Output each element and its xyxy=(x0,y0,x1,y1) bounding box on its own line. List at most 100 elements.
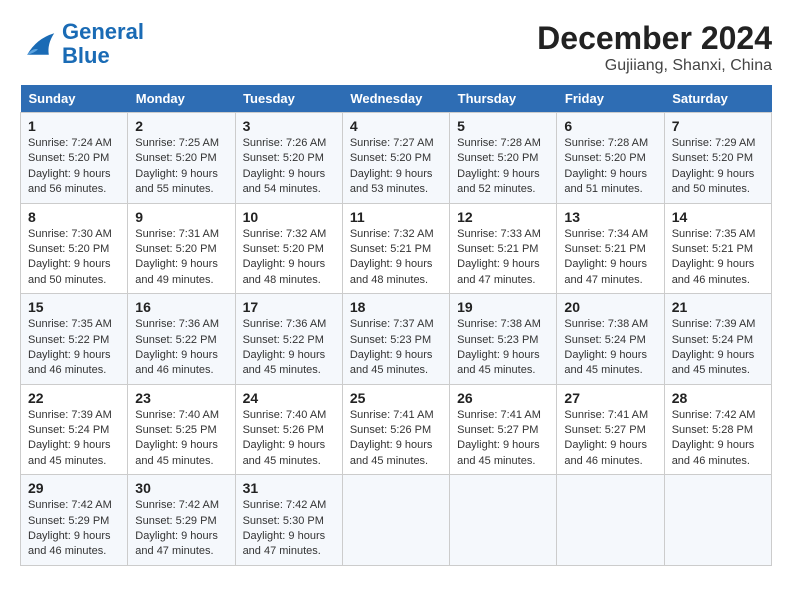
day-info: Sunrise: 7:30 AM Sunset: 5:20 PM Dayligh… xyxy=(28,227,120,289)
day-number: 27 xyxy=(564,390,656,406)
day-info: Sunrise: 7:41 AM Sunset: 5:26 PM Dayligh… xyxy=(350,408,442,470)
day-number: 28 xyxy=(672,390,764,406)
calendar-cell: 14Sunrise: 7:35 AM Sunset: 5:21 PM Dayli… xyxy=(664,203,771,294)
calendar-subtitle: Gujiiang, Shanxi, China xyxy=(537,57,772,75)
calendar-cell: 27 Sunrise: 7:41 AM Sunset: 5:27 PM Dayli… xyxy=(557,384,664,475)
calendar-cell: 26 Sunrise: 7:41 AM Sunset: 5:27 PM Dayli… xyxy=(450,384,557,475)
calendar-cell xyxy=(450,475,557,566)
calendar-cell xyxy=(664,475,771,566)
day-info: Sunrise: 7:42 AM Sunset: 5:29 PM Dayligh… xyxy=(135,498,227,560)
day-number: 18 xyxy=(350,299,442,315)
day-info: Sunrise: 7:29 AM Sunset: 5:20 PM Dayligh… xyxy=(672,136,764,198)
calendar-body: 1 Sunrise: 7:24 AM Sunset: 5:20 PM Daylig… xyxy=(21,113,772,566)
day-number: 23 xyxy=(135,390,227,406)
day-info: Sunrise: 7:35 AM Sunset: 5:22 PM Dayligh… xyxy=(28,317,120,379)
day-info: Sunrise: 7:42 AM Sunset: 5:29 PM Dayligh… xyxy=(28,498,120,560)
day-number: 12 xyxy=(457,209,549,225)
day-info: Sunrise: 7:34 AM Sunset: 5:21 PM Dayligh… xyxy=(564,227,656,289)
day-info: Sunrise: 7:32 AM Sunset: 5:21 PM Dayligh… xyxy=(350,227,442,289)
day-info: Sunrise: 7:31 AM Sunset: 5:20 PM Dayligh… xyxy=(135,227,227,289)
day-number: 5 xyxy=(457,118,549,134)
calendar-cell: 3Sunrise: 7:26 AM Sunset: 5:20 PM Daylig… xyxy=(235,113,342,204)
week-row-4: 22 Sunrise: 7:39 AM Sunset: 5:24 PM Dayli… xyxy=(21,384,772,475)
calendar-cell: 20 Sunrise: 7:38 AM Sunset: 5:24 PM Dayli… xyxy=(557,294,664,385)
day-number: 7 xyxy=(672,118,764,134)
calendar-cell: 29 Sunrise: 7:42 AM Sunset: 5:29 PM Dayli… xyxy=(21,475,128,566)
logo: General Blue xyxy=(20,20,144,68)
calendar-cell: 15Sunrise: 7:35 AM Sunset: 5:22 PM Dayli… xyxy=(21,294,128,385)
page-header: General Blue December 2024 Gujiiang, Sha… xyxy=(20,20,772,75)
calendar-cell: 8 Sunrise: 7:30 AM Sunset: 5:20 PM Daylig… xyxy=(21,203,128,294)
day-info: Sunrise: 7:33 AM Sunset: 5:21 PM Dayligh… xyxy=(457,227,549,289)
day-info: Sunrise: 7:38 AM Sunset: 5:24 PM Dayligh… xyxy=(564,317,656,379)
calendar-title: December 2024 xyxy=(537,20,772,57)
day-number: 13 xyxy=(564,209,656,225)
day-number: 10 xyxy=(243,209,335,225)
day-number: 9 xyxy=(135,209,227,225)
header-tuesday: Tuesday xyxy=(235,85,342,113)
header-monday: Monday xyxy=(128,85,235,113)
calendar-cell: 24Sunrise: 7:40 AM Sunset: 5:26 PM Dayli… xyxy=(235,384,342,475)
header-thursday: Thursday xyxy=(450,85,557,113)
calendar-cell: 2Sunrise: 7:25 AM Sunset: 5:20 PM Daylig… xyxy=(128,113,235,204)
day-number: 19 xyxy=(457,299,549,315)
day-number: 17 xyxy=(243,299,335,315)
day-info: Sunrise: 7:42 AM Sunset: 5:28 PM Dayligh… xyxy=(672,408,764,470)
day-number: 22 xyxy=(28,390,120,406)
week-row-3: 15Sunrise: 7:35 AM Sunset: 5:22 PM Dayli… xyxy=(21,294,772,385)
calendar-cell: 16Sunrise: 7:36 AM Sunset: 5:22 PM Dayli… xyxy=(128,294,235,385)
day-info: Sunrise: 7:41 AM Sunset: 5:27 PM Dayligh… xyxy=(457,408,549,470)
day-info: Sunrise: 7:36 AM Sunset: 5:22 PM Dayligh… xyxy=(135,317,227,379)
day-info: Sunrise: 7:24 AM Sunset: 5:20 PM Dayligh… xyxy=(28,136,120,198)
day-info: Sunrise: 7:27 AM Sunset: 5:20 PM Dayligh… xyxy=(350,136,442,198)
week-row-5: 29 Sunrise: 7:42 AM Sunset: 5:29 PM Dayli… xyxy=(21,475,772,566)
calendar-cell: 25 Sunrise: 7:41 AM Sunset: 5:26 PM Dayli… xyxy=(342,384,449,475)
calendar-cell: 22 Sunrise: 7:39 AM Sunset: 5:24 PM Dayli… xyxy=(21,384,128,475)
calendar-cell: 23 Sunrise: 7:40 AM Sunset: 5:25 PM Dayli… xyxy=(128,384,235,475)
calendar-cell: 21 Sunrise: 7:39 AM Sunset: 5:24 PM Dayli… xyxy=(664,294,771,385)
day-info: Sunrise: 7:40 AM Sunset: 5:26 PM Dayligh… xyxy=(243,408,335,470)
calendar-cell: 7 Sunrise: 7:29 AM Sunset: 5:20 PM Daylig… xyxy=(664,113,771,204)
day-number: 21 xyxy=(672,299,764,315)
day-number: 4 xyxy=(350,118,442,134)
calendar-cell: 17 Sunrise: 7:36 AM Sunset: 5:22 PM Dayli… xyxy=(235,294,342,385)
calendar-cell: 12 Sunrise: 7:33 AM Sunset: 5:21 PM Dayli… xyxy=(450,203,557,294)
calendar-cell: 13 Sunrise: 7:34 AM Sunset: 5:21 PM Dayli… xyxy=(557,203,664,294)
day-number: 26 xyxy=(457,390,549,406)
day-info: Sunrise: 7:36 AM Sunset: 5:22 PM Dayligh… xyxy=(243,317,335,379)
calendar-cell: 1 Sunrise: 7:24 AM Sunset: 5:20 PM Daylig… xyxy=(21,113,128,204)
week-row-2: 8 Sunrise: 7:30 AM Sunset: 5:20 PM Daylig… xyxy=(21,203,772,294)
day-number: 11 xyxy=(350,209,442,225)
calendar-cell: 11 Sunrise: 7:32 AM Sunset: 5:21 PM Dayli… xyxy=(342,203,449,294)
day-info: Sunrise: 7:37 AM Sunset: 5:23 PM Dayligh… xyxy=(350,317,442,379)
calendar-cell: 4 Sunrise: 7:27 AM Sunset: 5:20 PM Daylig… xyxy=(342,113,449,204)
calendar-cell xyxy=(557,475,664,566)
header-saturday: Saturday xyxy=(664,85,771,113)
logo-text: General Blue xyxy=(62,20,144,68)
day-info: Sunrise: 7:25 AM Sunset: 5:20 PM Dayligh… xyxy=(135,136,227,198)
calendar-cell: 30 Sunrise: 7:42 AM Sunset: 5:29 PM Dayli… xyxy=(128,475,235,566)
calendar-cell: 5Sunrise: 7:28 AM Sunset: 5:20 PM Daylig… xyxy=(450,113,557,204)
day-info: Sunrise: 7:42 AM Sunset: 5:30 PM Dayligh… xyxy=(243,498,335,560)
day-number: 25 xyxy=(350,390,442,406)
calendar-cell: 18 Sunrise: 7:37 AM Sunset: 5:23 PM Dayli… xyxy=(342,294,449,385)
day-number: 1 xyxy=(28,118,120,134)
day-info: Sunrise: 7:38 AM Sunset: 5:23 PM Dayligh… xyxy=(457,317,549,379)
day-number: 3 xyxy=(243,118,335,134)
day-number: 14 xyxy=(672,209,764,225)
day-number: 31 xyxy=(243,480,335,496)
day-info: Sunrise: 7:28 AM Sunset: 5:20 PM Dayligh… xyxy=(564,136,656,198)
day-info: Sunrise: 7:40 AM Sunset: 5:25 PM Dayligh… xyxy=(135,408,227,470)
day-number: 29 xyxy=(28,480,120,496)
day-info: Sunrise: 7:41 AM Sunset: 5:27 PM Dayligh… xyxy=(564,408,656,470)
header-sunday: Sunday xyxy=(21,85,128,113)
calendar-cell: 9 Sunrise: 7:31 AM Sunset: 5:20 PM Daylig… xyxy=(128,203,235,294)
calendar-cell: 31 Sunrise: 7:42 AM Sunset: 5:30 PM Dayli… xyxy=(235,475,342,566)
day-number: 8 xyxy=(28,209,120,225)
day-number: 20 xyxy=(564,299,656,315)
day-number: 30 xyxy=(135,480,227,496)
title-block: December 2024 Gujiiang, Shanxi, China xyxy=(537,20,772,75)
logo-bird-icon xyxy=(20,29,56,59)
day-info: Sunrise: 7:39 AM Sunset: 5:24 PM Dayligh… xyxy=(672,317,764,379)
day-info: Sunrise: 7:39 AM Sunset: 5:24 PM Dayligh… xyxy=(28,408,120,470)
